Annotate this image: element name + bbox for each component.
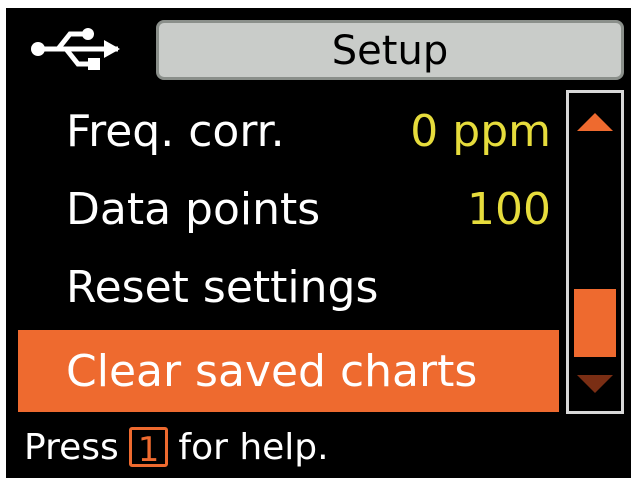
help-prefix: Press: [24, 426, 119, 468]
menu-item-data-points[interactable]: Data points 100: [18, 170, 559, 248]
scrollbar[interactable]: [566, 90, 624, 414]
triangle-down-icon[interactable]: [575, 373, 615, 395]
triangle-up-icon[interactable]: [575, 111, 615, 133]
usb-icon: [31, 28, 120, 70]
scroll-thumb[interactable]: [574, 289, 616, 357]
menu-item-value: 100: [467, 183, 551, 235]
help-key-badge: 1: [128, 427, 169, 470]
device-screen: Setup Freq. corr. 0 ppm Data points 100 …: [6, 8, 631, 478]
menu-item-clear-saved-charts[interactable]: Clear saved charts: [18, 330, 559, 412]
title-bar: Setup: [156, 20, 624, 80]
help-suffix: for help.: [178, 426, 329, 468]
menu-item-reset-settings[interactable]: Reset settings: [18, 248, 559, 326]
menu-item-label: Clear saved charts: [66, 345, 478, 397]
menu-item-label: Data points: [66, 183, 321, 235]
menu-item-label: Reset settings: [66, 261, 379, 313]
menu-item-label: Freq. corr.: [66, 105, 285, 157]
page-title: Setup: [331, 28, 449, 74]
menu-item-value: 0 ppm: [410, 105, 551, 157]
menu-item-freq-corr[interactable]: Freq. corr. 0 ppm: [18, 92, 559, 170]
help-hint: Press 1 for help.: [24, 422, 329, 472]
